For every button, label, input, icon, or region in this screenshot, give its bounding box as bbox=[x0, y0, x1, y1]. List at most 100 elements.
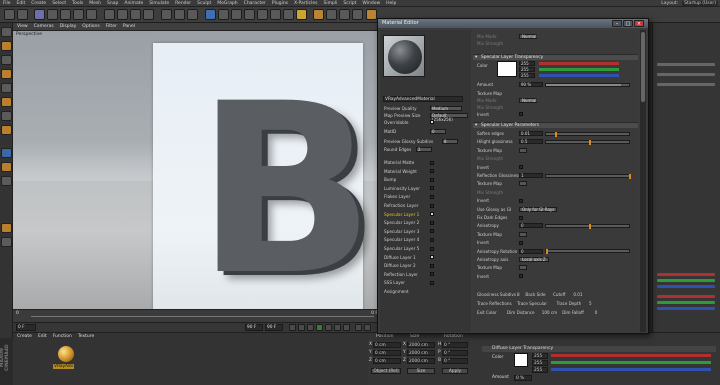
recent-tools-icon[interactable] bbox=[86, 9, 97, 20]
undo-icon[interactable] bbox=[4, 9, 15, 20]
mm-menu-function[interactable]: Function bbox=[53, 334, 72, 339]
render-settings-icon[interactable] bbox=[187, 9, 198, 20]
spec-invert-checkbox[interactable] bbox=[519, 112, 523, 116]
param-checkbox[interactable] bbox=[519, 198, 523, 203]
menu-character[interactable]: Character bbox=[241, 1, 269, 6]
param-value-field[interactable]: 0.5 bbox=[519, 139, 543, 145]
diffuse-g-field[interactable]: 255 bbox=[532, 360, 548, 366]
plugin-4-icon[interactable] bbox=[366, 9, 377, 20]
param-slider[interactable] bbox=[545, 173, 631, 179]
param-chip[interactable] bbox=[519, 265, 527, 271]
model-mode-icon[interactable] bbox=[1, 41, 12, 51]
specular-parameters-section[interactable]: Specular Layer Parameters bbox=[473, 122, 638, 129]
menu-simulate[interactable]: Simulate bbox=[146, 1, 172, 6]
map-preview-size-select[interactable]: Default (256x256) bbox=[430, 113, 468, 122]
render-picture-viewer-icon[interactable] bbox=[174, 9, 185, 20]
axis-icon[interactable] bbox=[1, 162, 12, 172]
channel-assignment[interactable]: Assignment bbox=[384, 289, 409, 294]
snap-icon[interactable] bbox=[1, 148, 12, 158]
mm-menu-edit[interactable]: Edit bbox=[38, 334, 47, 339]
move-icon[interactable] bbox=[47, 9, 58, 20]
grid-icon[interactable] bbox=[1, 237, 12, 247]
pen-icon[interactable] bbox=[218, 9, 229, 20]
timeline-ruler[interactable] bbox=[31, 312, 374, 317]
channel-diffuse-layer-1[interactable]: Diffuse Layer 1 bbox=[384, 255, 416, 260]
material-preview[interactable] bbox=[383, 35, 425, 77]
rotate-icon[interactable] bbox=[73, 9, 84, 20]
param-chip[interactable]: Only for GI Rays bbox=[519, 206, 558, 212]
rot-h-field[interactable]: 0 ° bbox=[442, 342, 468, 348]
spec-green-bar[interactable] bbox=[539, 68, 619, 71]
record-icon[interactable] bbox=[355, 324, 362, 331]
preview-quality-select[interactable]: Medium bbox=[430, 106, 462, 111]
slider-knob[interactable] bbox=[589, 223, 591, 229]
scrollbar-thumb[interactable] bbox=[641, 32, 645, 102]
maximize-icon[interactable]: □ bbox=[623, 20, 633, 27]
render-view-icon[interactable] bbox=[161, 9, 172, 20]
plugin-3-icon[interactable] bbox=[352, 9, 363, 20]
viewport-menu-view[interactable]: View bbox=[17, 24, 28, 29]
viewport[interactable]: B Perspective bbox=[13, 31, 380, 309]
next-key-icon[interactable] bbox=[334, 324, 341, 331]
pos-y-field[interactable]: 0 cm bbox=[373, 350, 401, 356]
mm-menu-create[interactable]: Create bbox=[17, 334, 32, 339]
channel-checkbox[interactable] bbox=[430, 246, 434, 251]
matid-field[interactable]: 0 bbox=[430, 129, 446, 134]
channel-flakes-layer[interactable]: Flakes Layer bbox=[384, 194, 410, 199]
param-checkbox[interactable] bbox=[519, 165, 523, 170]
subdivision-icon[interactable] bbox=[231, 9, 242, 20]
menu-mesh[interactable]: Mesh bbox=[86, 1, 104, 6]
viewport-menu-display[interactable]: Display bbox=[60, 24, 77, 29]
slider-knob[interactable] bbox=[555, 131, 557, 137]
diffuse-red-bar[interactable] bbox=[551, 354, 711, 357]
timeline[interactable]: 0 0 F bbox=[13, 309, 380, 322]
redo-icon[interactable] bbox=[17, 9, 28, 20]
menu-window[interactable]: Window bbox=[359, 1, 383, 6]
overridable-checkbox[interactable] bbox=[430, 120, 434, 124]
close-icon[interactable]: × bbox=[634, 20, 644, 27]
menu-mograph[interactable]: MoGraph bbox=[214, 1, 240, 6]
workplane-icon[interactable] bbox=[1, 69, 12, 79]
param-slider[interactable] bbox=[545, 249, 630, 255]
viewport-menu-cameras[interactable]: Cameras bbox=[34, 24, 54, 29]
rot-p-field[interactable]: 0 ° bbox=[442, 350, 468, 356]
pos-x-field[interactable]: 0 cm bbox=[373, 342, 401, 348]
plugin-icon[interactable] bbox=[326, 9, 337, 20]
channel-checkbox[interactable] bbox=[430, 212, 434, 217]
edges-mode-icon[interactable] bbox=[1, 97, 12, 107]
diffuse-amount-field[interactable]: 0 % bbox=[514, 375, 532, 381]
vray-icon[interactable] bbox=[313, 9, 324, 20]
go-end-icon[interactable] bbox=[343, 324, 350, 331]
menu-help[interactable]: Help bbox=[383, 1, 399, 6]
size-x-field[interactable]: 2000 cm bbox=[407, 342, 435, 348]
diffuse-green-bar[interactable] bbox=[551, 361, 711, 364]
sculpt-icon[interactable] bbox=[1, 223, 12, 233]
prev-frame-icon[interactable] bbox=[307, 324, 314, 331]
points-mode-icon[interactable] bbox=[1, 83, 12, 93]
channel-checkbox[interactable] bbox=[430, 160, 434, 165]
floor-icon[interactable] bbox=[270, 9, 281, 20]
apply-button[interactable]: Apply bbox=[442, 368, 468, 374]
param-value-field[interactable]: 1 bbox=[519, 173, 543, 178]
channel-checkbox[interactable] bbox=[430, 272, 434, 277]
channel-checkbox[interactable] bbox=[430, 237, 434, 242]
channel-checkbox[interactable] bbox=[430, 194, 434, 199]
channel-luminosity-layer[interactable]: Luminosity Layer bbox=[384, 186, 420, 191]
spec-amount-slider[interactable] bbox=[545, 83, 630, 87]
menu-tools[interactable]: Tools bbox=[69, 1, 86, 6]
param-checkbox[interactable] bbox=[519, 240, 523, 245]
channel-checkbox[interactable] bbox=[430, 280, 434, 285]
param-checkbox[interactable] bbox=[519, 274, 523, 279]
viewport-menu-filter[interactable]: Filter bbox=[106, 24, 117, 29]
menu-script[interactable]: Script bbox=[340, 1, 359, 6]
y-axis-icon[interactable] bbox=[117, 9, 128, 20]
size-y-field[interactable]: 2000 cm bbox=[407, 350, 435, 356]
spec-mix-mode-select[interactable]: Normal bbox=[519, 98, 537, 103]
channel-material-weight[interactable]: Material Weight bbox=[384, 169, 417, 174]
slider-knob[interactable] bbox=[546, 249, 548, 255]
channel-specular-layer-5[interactable]: Specular Layer 5 bbox=[384, 246, 419, 251]
cube-icon[interactable] bbox=[205, 9, 216, 20]
channel-refraction-layer[interactable]: Refraction Layer bbox=[384, 203, 418, 208]
size-z-field[interactable]: 2000 cm bbox=[407, 358, 435, 364]
param-chip[interactable] bbox=[519, 181, 527, 187]
